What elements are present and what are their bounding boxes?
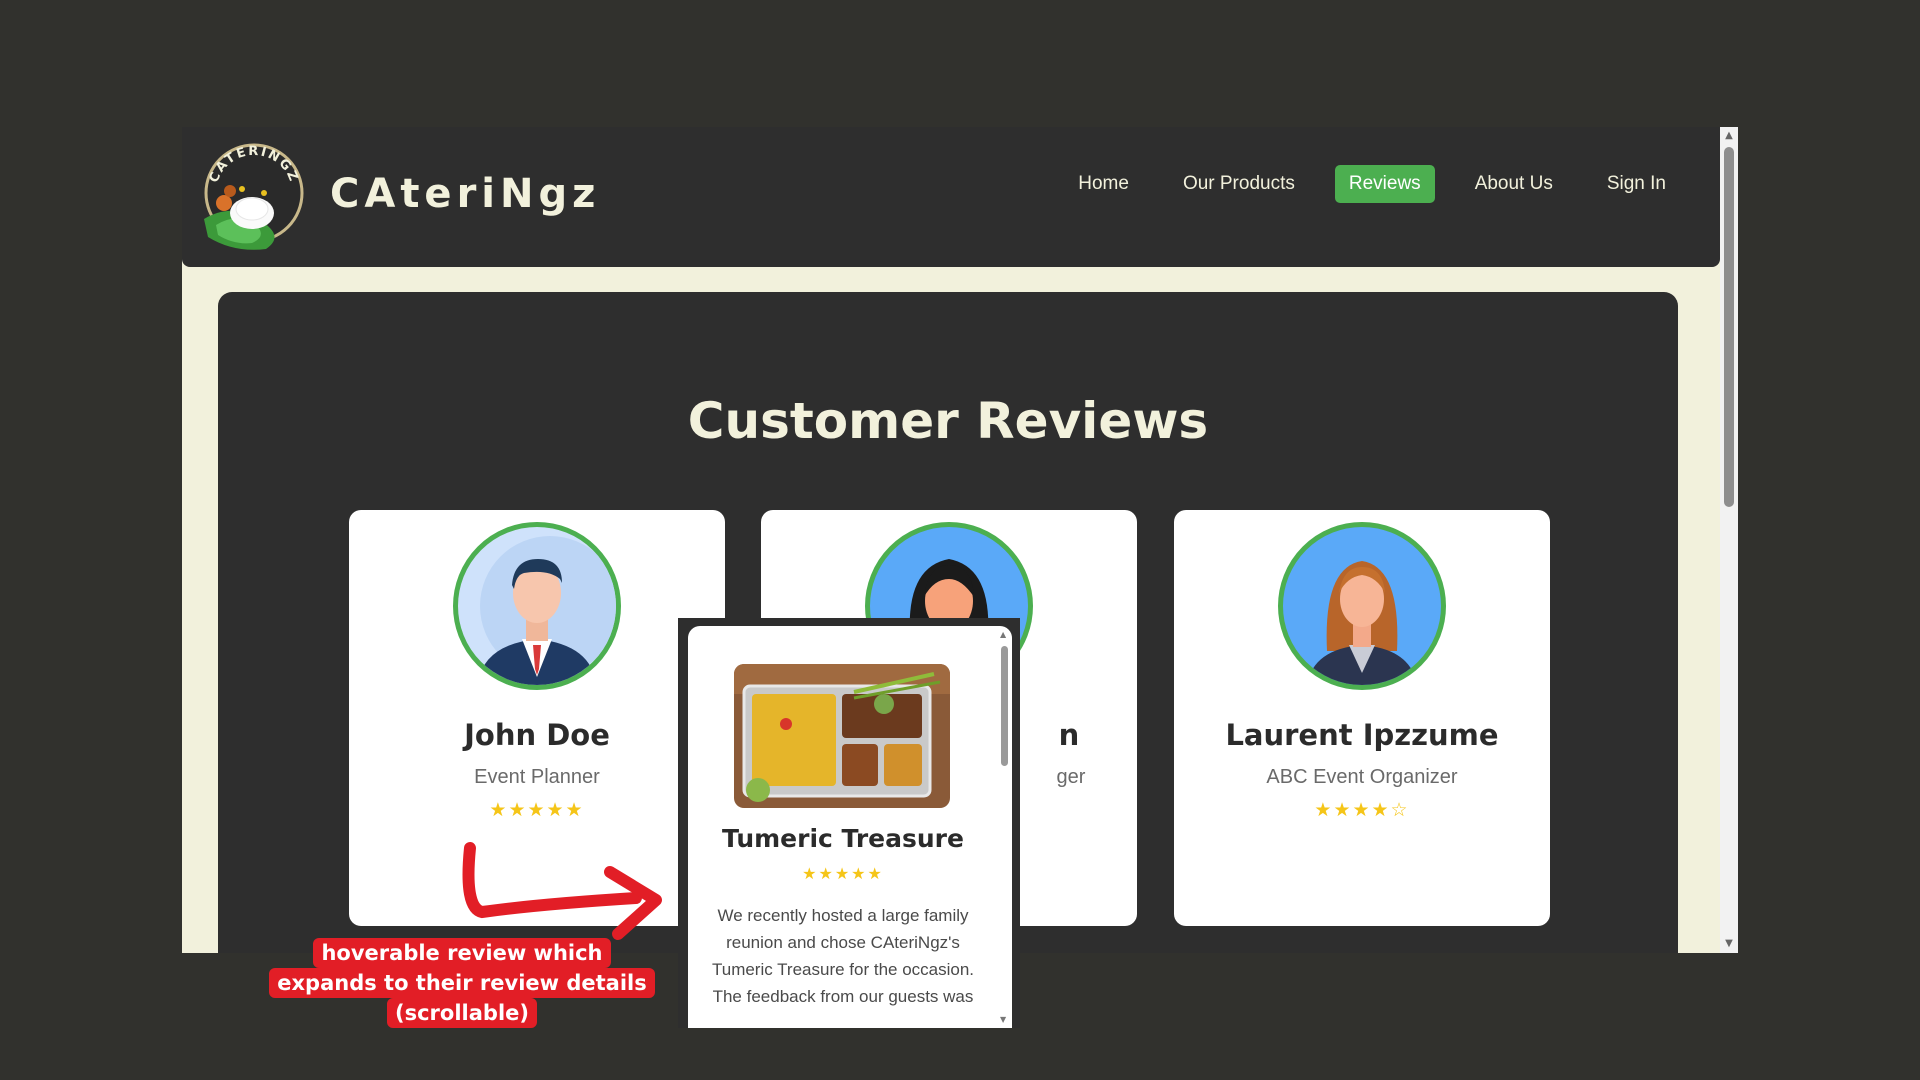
annotation-line: hoverable review which <box>313 938 611 968</box>
site-header: CATERINGZ CAteriNgz Home Our Products Re… <box>182 127 1720 267</box>
reviewer-name: John Doe <box>464 718 610 752</box>
page-scrollbar[interactable]: ▲ ▼ <box>1720 127 1738 953</box>
scroll-up-icon[interactable]: ▲ <box>1720 127 1738 145</box>
scroll-thumb[interactable] <box>1001 646 1008 766</box>
nav-reviews[interactable]: Reviews <box>1334 165 1435 203</box>
brand-logo[interactable]: CATERINGZ <box>194 141 308 255</box>
dish-title: Tumeric Treasure <box>722 824 964 853</box>
annotation-arrow-icon <box>462 842 662 940</box>
reviewer-role: ABC Event Organizer <box>1266 766 1458 788</box>
review-card[interactable]: Laurent Ipzzume ABC Event Organizer ★★★★… <box>1174 510 1550 926</box>
reviewer-role: Event Planner <box>474 766 600 788</box>
avatar <box>453 522 621 690</box>
main-nav: Home Our Products Reviews About Us Sign … <box>1038 165 1680 203</box>
annotation-line: expands to their review details <box>269 968 655 998</box>
brand-name[interactable]: CAteriNgz <box>330 171 600 217</box>
annotation-label: hoverable review which expands to their … <box>0 938 924 1028</box>
star-rating: ★★★★★ <box>489 799 585 821</box>
star-rating: ★★★★☆ <box>1314 799 1410 821</box>
dish-image <box>734 664 950 808</box>
nav-our-products[interactable]: Our Products <box>1169 165 1309 203</box>
popup-scrollbar[interactable]: ▲ ▼ <box>998 626 1012 1028</box>
avatar <box>1278 522 1446 690</box>
star-rating: ★★★★★ <box>802 864 884 883</box>
nav-sign-in[interactable]: Sign In <box>1593 165 1680 203</box>
scroll-up-icon[interactable]: ▲ <box>1000 630 1006 639</box>
scroll-down-icon[interactable]: ▼ <box>1720 935 1738 953</box>
scroll-thumb[interactable] <box>1724 147 1734 507</box>
nav-home[interactable]: Home <box>1064 165 1143 203</box>
annotation-line: (scrollable) <box>387 998 537 1028</box>
section-title: Customer Reviews <box>687 392 1209 450</box>
reviewer-name: Laurent Ipzzume <box>1225 718 1499 752</box>
nav-about-us[interactable]: About Us <box>1461 165 1567 203</box>
scroll-down-icon[interactable]: ▼ <box>1000 1015 1006 1024</box>
